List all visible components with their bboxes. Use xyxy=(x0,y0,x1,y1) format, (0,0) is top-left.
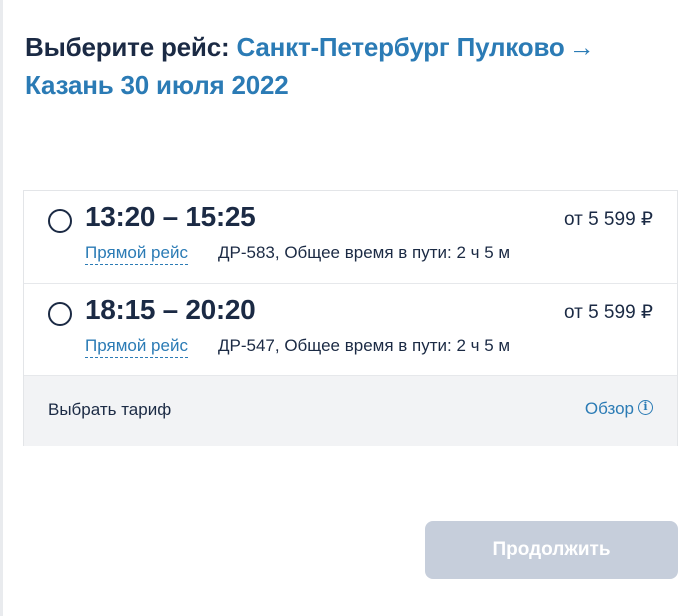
tariff-label: Выбрать тариф xyxy=(48,400,172,419)
direct-flight-link[interactable]: Прямой рейс xyxy=(85,243,188,265)
flight-radio[interactable] xyxy=(48,302,72,326)
page-title: Выберите рейс: Санкт-Петербург Пулково → … xyxy=(25,28,645,104)
flight-time: 13:20 – 15:25 xyxy=(85,201,256,232)
route-destination-date: Казань 30 июля 2022 xyxy=(25,70,289,100)
flight-radio[interactable] xyxy=(48,209,72,233)
flight-details: ДР-547, Общее время в пути: 2 ч 5 м xyxy=(218,336,511,355)
flight-price: от 5 599 ₽ xyxy=(563,302,653,323)
overview-label: Обзор xyxy=(584,399,634,418)
route-arrow-icon: → xyxy=(568,32,595,62)
continue-button[interactable]: Продолжить xyxy=(425,521,678,579)
flight-price: от 5 599 ₽ xyxy=(563,209,653,230)
tariff-row: Выбрать тариф Обзор i xyxy=(24,375,677,446)
direct-flight-link[interactable]: Прямой рейс xyxy=(85,336,188,358)
route-origin: Санкт-Петербург Пулково xyxy=(236,32,565,62)
overview-link[interactable]: Обзор i xyxy=(585,399,653,419)
flight-details: ДР-583, Общее время в пути: 2 ч 5 м xyxy=(218,243,511,262)
info-icon[interactable]: i xyxy=(638,399,653,415)
flight-option[interactable]: 13:20 – 15:25 от 5 599 ₽ Прямой рейс ДР-… xyxy=(24,191,677,283)
page-title-prefix: Выберите рейс: xyxy=(25,32,230,62)
flight-time: 18:15 – 20:20 xyxy=(85,294,256,325)
flight-list: 13:20 – 15:25 от 5 599 ₽ Прямой рейс ДР-… xyxy=(23,190,678,446)
left-edge-divider xyxy=(0,0,3,616)
flight-option[interactable]: 18:15 – 20:20 от 5 599 ₽ Прямой рейс ДР-… xyxy=(24,283,677,376)
